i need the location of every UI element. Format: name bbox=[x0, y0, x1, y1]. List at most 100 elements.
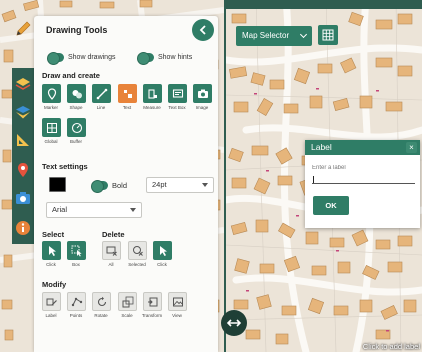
location-pin-icon[interactable] bbox=[13, 158, 33, 182]
text-tool-button[interactable] bbox=[118, 84, 137, 103]
delete-all-label: All bbox=[108, 262, 114, 267]
modify-scale-label: Scale bbox=[121, 313, 133, 318]
line-tool-button[interactable] bbox=[92, 84, 111, 103]
modify-label-button[interactable] bbox=[42, 292, 61, 311]
bold-switch[interactable] bbox=[91, 180, 108, 193]
show-drawings-label: Show drawings bbox=[68, 54, 116, 61]
show-hints-toggle[interactable]: Show hints bbox=[137, 52, 193, 65]
panel-title: Drawing Tools bbox=[46, 25, 108, 35]
modify-view-button[interactable] bbox=[168, 292, 187, 311]
label-dialog: Label × OK bbox=[305, 140, 420, 228]
modify-scale-button[interactable] bbox=[118, 292, 137, 311]
font-family-select[interactable]: Arial bbox=[46, 202, 142, 218]
delete-all-button[interactable] bbox=[102, 241, 121, 260]
global-icon bbox=[46, 122, 57, 133]
modify-points-label: Points bbox=[69, 313, 83, 318]
delete-selected-button[interactable] bbox=[128, 241, 147, 260]
label-ok-button[interactable]: OK bbox=[313, 196, 349, 215]
modify-label-label: Label bbox=[45, 313, 57, 318]
text-caret bbox=[313, 176, 314, 183]
marker-tool-label: Marker bbox=[43, 105, 58, 110]
points-icon bbox=[71, 297, 82, 306]
chevron-down-icon bbox=[130, 208, 136, 212]
collapse-panel-button[interactable] bbox=[192, 19, 214, 41]
image-tool-label: Image bbox=[195, 105, 209, 110]
measure-tool-label: Measure bbox=[143, 105, 161, 110]
view-image-icon bbox=[172, 297, 183, 306]
ruler-icon[interactable] bbox=[13, 128, 33, 152]
chevron-left-icon bbox=[199, 25, 206, 35]
status-hint: Click to add label bbox=[362, 342, 420, 351]
delete-selected-icon bbox=[132, 245, 143, 256]
select-click-button[interactable] bbox=[42, 241, 61, 260]
buffer-tool-button[interactable] bbox=[67, 118, 86, 137]
label-edit-icon bbox=[46, 298, 57, 305]
grid-icon bbox=[322, 29, 334, 41]
shape-icon bbox=[72, 89, 82, 98]
transform-icon bbox=[147, 297, 157, 306]
text-color-swatch[interactable] bbox=[49, 177, 66, 192]
swap-maps-button[interactable] bbox=[221, 310, 247, 336]
label-dialog-title: Label bbox=[311, 142, 332, 152]
measure-tool-button[interactable] bbox=[143, 84, 162, 103]
text-box-tool-button[interactable] bbox=[168, 84, 187, 103]
measure-icon bbox=[147, 88, 157, 99]
draw-section-title: Draw and create bbox=[42, 71, 100, 80]
modify-rotate-button[interactable] bbox=[92, 292, 111, 311]
modify-points-button[interactable] bbox=[67, 292, 86, 311]
modify-view-label: View bbox=[172, 313, 182, 318]
show-drawings-switch[interactable] bbox=[47, 52, 64, 65]
font-family-value: Arial bbox=[52, 205, 68, 214]
swap-horizontal-icon bbox=[226, 319, 242, 327]
font-size-select[interactable]: 24pt bbox=[146, 177, 214, 193]
delete-selected-label: Selected bbox=[128, 262, 146, 267]
select-click-label: Click bbox=[46, 262, 56, 267]
cursor-delete-icon bbox=[159, 245, 167, 256]
delete-section-title: Delete bbox=[102, 230, 125, 239]
scale-icon bbox=[122, 296, 133, 307]
modify-transform-button[interactable] bbox=[143, 292, 162, 311]
line-tool-label: Line bbox=[96, 105, 106, 110]
map-selector-button[interactable]: Map Selector bbox=[236, 26, 312, 46]
pencil-icon bbox=[14, 20, 32, 38]
map-top-strip bbox=[226, 0, 422, 9]
chevron-down-icon bbox=[202, 183, 208, 187]
delete-all-icon bbox=[106, 246, 117, 256]
text-box-icon bbox=[172, 88, 183, 98]
text-settings-title: Text settings bbox=[42, 162, 88, 171]
marker-tool-button[interactable] bbox=[42, 84, 61, 103]
buffer-tool-label: Buffer bbox=[70, 139, 82, 144]
info-icon[interactable] bbox=[13, 216, 33, 240]
camera-icon[interactable] bbox=[13, 186, 33, 210]
layers-icon[interactable] bbox=[13, 100, 33, 124]
modify-transform-label: Transform bbox=[141, 313, 163, 318]
drawing-tools-panel: Drawing Tools Show drawings Show hints D… bbox=[34, 16, 218, 352]
select-box-button[interactable] bbox=[67, 241, 86, 260]
bold-toggle[interactable]: Bold bbox=[91, 180, 127, 193]
show-hints-switch[interactable] bbox=[137, 52, 154, 65]
show-hints-label: Show hints bbox=[158, 54, 193, 61]
delete-click-button[interactable] bbox=[153, 241, 172, 260]
modify-rotate-label: Rotate bbox=[94, 313, 108, 318]
grid-toggle-button[interactable] bbox=[318, 25, 338, 45]
global-tool-label: Global bbox=[44, 139, 58, 144]
label-dialog-close-button[interactable]: × bbox=[406, 142, 417, 153]
shape-tool-button[interactable] bbox=[67, 84, 86, 103]
delete-click-label: Click bbox=[157, 262, 167, 267]
show-drawings-toggle[interactable]: Show drawings bbox=[47, 52, 116, 65]
box-select-icon bbox=[71, 245, 82, 256]
global-tool-button[interactable] bbox=[42, 118, 61, 137]
buffer-icon bbox=[71, 122, 82, 133]
cursor-icon bbox=[48, 245, 56, 256]
text-tool-label: Text bbox=[122, 105, 132, 110]
layers-stack-icon[interactable] bbox=[13, 72, 33, 96]
rotate-icon bbox=[97, 296, 106, 306]
text-icon bbox=[123, 89, 132, 98]
select-box-label: Box bbox=[72, 262, 80, 267]
line-icon bbox=[96, 88, 107, 99]
label-input[interactable] bbox=[312, 164, 415, 184]
modify-section-title: Modify bbox=[42, 280, 67, 289]
image-tool-button[interactable] bbox=[193, 84, 212, 103]
select-section-title: Select bbox=[42, 230, 65, 239]
image-icon bbox=[197, 89, 208, 98]
